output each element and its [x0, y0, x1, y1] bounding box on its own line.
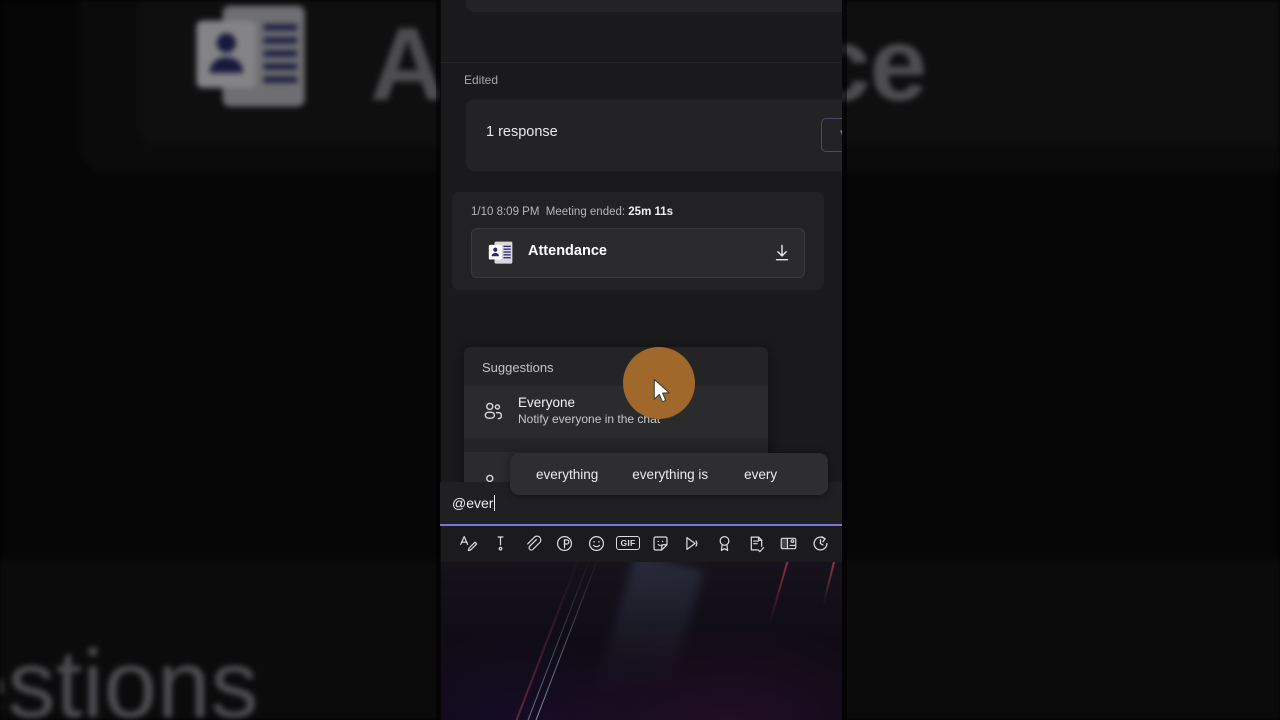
gif-label: GIF — [616, 536, 640, 550]
view-poll-button[interactable]: View — [821, 118, 842, 152]
autocomplete-word-2[interactable]: everything is — [618, 467, 722, 482]
poll-response-card: 1 response View — [466, 99, 842, 171]
edited-row: Edited — [440, 62, 842, 100]
meeting-ended-label: Meeting ended: — [545, 206, 629, 218]
stream-icon[interactable] — [676, 528, 708, 558]
sticker-icon[interactable] — [644, 528, 676, 558]
attendance-meta: 1/10 8:09 PM Meeting ended: 25m 11s — [471, 206, 673, 218]
more-apps-icon[interactable] — [772, 528, 804, 558]
compose-input-text[interactable]: @ever — [452, 495, 496, 511]
important-icon[interactable] — [484, 528, 516, 558]
autocomplete-word-3[interactable]: every — [730, 467, 791, 482]
suggestions-header: Suggestions — [482, 360, 554, 375]
bg-suggestions-header: Suggestions — [0, 631, 259, 720]
format-text-icon[interactable] — [452, 528, 484, 558]
wallpaper-streak-3 — [768, 562, 790, 624]
autocomplete-bar: everything everything is every — [510, 453, 828, 495]
response-count: 1 response — [486, 124, 558, 140]
wallpaper-glow — [572, 562, 704, 720]
attendance-file-card[interactable]: Attendance — [471, 228, 805, 278]
attendance-timestamp: 1/10 8:09 PM — [471, 206, 540, 218]
background-wallpaper — [440, 562, 842, 720]
edited-label: Edited — [464, 73, 499, 87]
approvals-icon[interactable] — [740, 528, 772, 558]
emoji-icon[interactable] — [580, 528, 612, 558]
suggestion-item-everyone[interactable]: Everyone Notify everyone in the chat — [464, 386, 768, 438]
people-icon — [482, 400, 504, 422]
attach-icon[interactable] — [516, 528, 548, 558]
autocomplete-word-1[interactable]: everything — [522, 467, 612, 482]
mouse-cursor — [653, 378, 671, 404]
panel-left-shadow — [436, 0, 441, 720]
attendance-message: 1/10 8:09 PM Meeting ended: 25m 11s Atte… — [452, 192, 824, 290]
gif-icon[interactable]: GIF — [612, 528, 644, 558]
attendance-file-name: Attendance — [528, 243, 607, 259]
recent-icon[interactable] — [804, 528, 836, 558]
panel-right-shadow — [842, 0, 847, 720]
praise-icon[interactable] — [708, 528, 740, 558]
wallpaper-streak-1 — [506, 562, 602, 720]
download-icon[interactable] — [772, 242, 792, 264]
compose-value: @ever — [452, 495, 494, 511]
bg-attendance-report-icon — [190, 2, 315, 114]
loop-icon[interactable] — [548, 528, 580, 558]
wallpaper-streak-4 — [822, 562, 837, 605]
attendance-report-icon — [488, 240, 514, 266]
compose-toolbar: GIF — [440, 524, 842, 562]
poll-card: Poll contains multiple questions: Select… — [466, 0, 842, 12]
meeting-duration: 25m 11s — [628, 206, 674, 218]
text-caret — [494, 495, 496, 511]
